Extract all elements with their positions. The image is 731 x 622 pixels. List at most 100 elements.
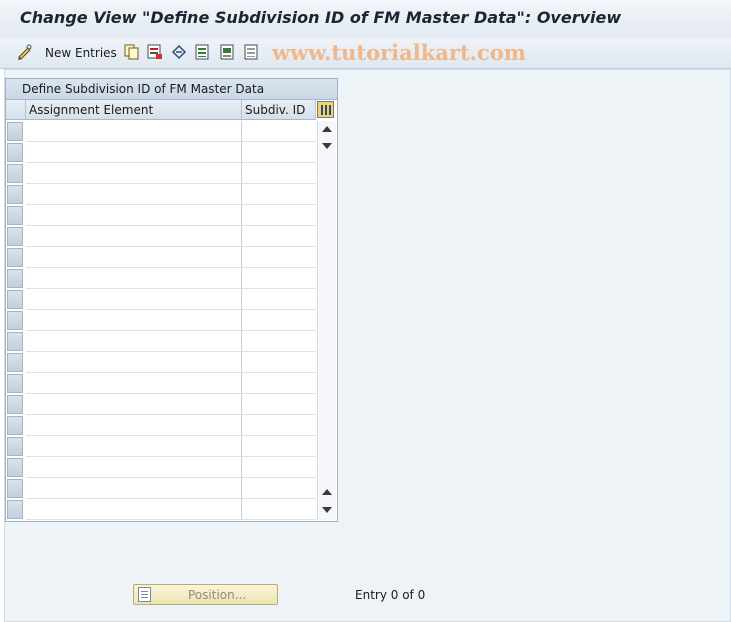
table-row [6, 289, 316, 310]
table-row [6, 436, 316, 457]
row-selector[interactable] [7, 374, 23, 393]
subdiv-id-cell[interactable] [242, 205, 316, 226]
assignment-element-cell[interactable] [26, 268, 242, 289]
copy-icon[interactable] [124, 44, 140, 60]
table-row [6, 226, 316, 247]
deselect-all-icon[interactable] [244, 44, 260, 60]
assignment-element-cell[interactable] [26, 142, 242, 163]
subdiv-id-cell[interactable] [242, 478, 316, 499]
table-control: Define Subdivision ID of FM Master Data … [5, 78, 338, 522]
row-selector[interactable] [7, 206, 23, 225]
assignment-element-cell[interactable] [26, 373, 242, 394]
table-row [6, 268, 316, 289]
select-all-rows-header[interactable] [6, 100, 26, 120]
assignment-element-cell[interactable] [26, 415, 242, 436]
title-bar: Change View "Define Subdivision ID of FM… [0, 0, 731, 39]
subdiv-id-cell[interactable] [242, 331, 316, 352]
table-title: Define Subdivision ID of FM Master Data [22, 82, 265, 96]
table-body [6, 121, 316, 520]
new-entries-button[interactable]: New Entries [45, 46, 117, 60]
select-block-icon[interactable] [220, 44, 236, 60]
edit-glasses-icon[interactable] [17, 44, 33, 60]
column-header-assignment-element[interactable]: Assignment Element [26, 100, 242, 120]
table-row [6, 121, 316, 142]
table-row [6, 247, 316, 268]
position-button[interactable]: Position... [133, 584, 278, 605]
subdiv-id-cell[interactable] [242, 268, 316, 289]
subdiv-id-cell[interactable] [242, 394, 316, 415]
subdiv-id-cell[interactable] [242, 310, 316, 331]
row-selector[interactable] [7, 122, 23, 141]
table-row [6, 331, 316, 352]
select-all-icon[interactable] [195, 44, 211, 60]
row-selector[interactable] [7, 479, 23, 498]
subdiv-id-cell[interactable] [242, 247, 316, 268]
table-row [6, 478, 316, 499]
window-title: Change View "Define Subdivision ID of FM… [20, 8, 622, 27]
table-row [6, 352, 316, 373]
row-selector[interactable] [7, 437, 23, 456]
undo-icon[interactable] [171, 44, 187, 60]
table-row [6, 163, 316, 184]
table-row [6, 184, 316, 205]
column-header-subdiv-id[interactable]: Subdiv. ID [242, 100, 316, 120]
table-row [6, 310, 316, 331]
position-icon [138, 587, 151, 602]
row-selector[interactable] [7, 227, 23, 246]
scroll-down-arrow-icon[interactable] [322, 143, 332, 149]
entry-counter: Entry 0 of 0 [355, 588, 426, 602]
assignment-element-cell[interactable] [26, 352, 242, 373]
subdiv-id-cell[interactable] [242, 373, 316, 394]
assignment-element-cell[interactable] [26, 184, 242, 205]
row-selector[interactable] [7, 185, 23, 204]
row-selector[interactable] [7, 311, 23, 330]
table-row [6, 205, 316, 226]
subdiv-id-cell[interactable] [242, 142, 316, 163]
scroll-page-up-arrow-icon[interactable] [322, 489, 332, 495]
subdiv-id-cell[interactable] [242, 163, 316, 184]
row-selector[interactable] [7, 143, 23, 162]
assignment-element-cell[interactable] [26, 247, 242, 268]
row-selector[interactable] [7, 458, 23, 477]
table-settings-icon[interactable] [317, 101, 334, 118]
subdiv-id-cell[interactable] [242, 415, 316, 436]
assignment-element-cell[interactable] [26, 226, 242, 247]
watermark: www.tutorialkart.com [272, 40, 526, 65]
subdiv-id-cell[interactable] [242, 352, 316, 373]
assignment-element-cell[interactable] [26, 163, 242, 184]
assignment-element-cell[interactable] [26, 478, 242, 499]
subdiv-id-cell[interactable] [242, 499, 316, 520]
assignment-element-cell[interactable] [26, 394, 242, 415]
assignment-element-cell[interactable] [26, 436, 242, 457]
row-selector[interactable] [7, 248, 23, 267]
assignment-element-cell[interactable] [26, 121, 242, 142]
assignment-element-cell[interactable] [26, 310, 242, 331]
assignment-element-cell[interactable] [26, 205, 242, 226]
subdiv-id-cell[interactable] [242, 226, 316, 247]
table-title-bar: Define Subdivision ID of FM Master Data [6, 79, 337, 100]
assignment-element-cell[interactable] [26, 457, 242, 478]
subdiv-id-cell[interactable] [242, 184, 316, 205]
row-selector[interactable] [7, 269, 23, 288]
row-selector[interactable] [7, 353, 23, 372]
table-row [6, 394, 316, 415]
row-selector[interactable] [7, 500, 23, 519]
vertical-scrollbar[interactable] [317, 121, 336, 520]
delete-icon[interactable] [147, 44, 163, 60]
row-selector[interactable] [7, 332, 23, 351]
assignment-element-cell[interactable] [26, 331, 242, 352]
row-selector[interactable] [7, 416, 23, 435]
subdiv-id-cell[interactable] [242, 457, 316, 478]
table-row [6, 457, 316, 478]
table-row [6, 499, 316, 520]
subdiv-id-cell[interactable] [242, 436, 316, 457]
row-selector[interactable] [7, 164, 23, 183]
assignment-element-cell[interactable] [26, 289, 242, 310]
subdiv-id-cell[interactable] [242, 289, 316, 310]
assignment-element-cell[interactable] [26, 499, 242, 520]
scroll-up-arrow-icon[interactable] [322, 126, 332, 132]
scroll-page-down-arrow-icon[interactable] [322, 507, 332, 513]
row-selector[interactable] [7, 395, 23, 414]
subdiv-id-cell[interactable] [242, 121, 316, 142]
row-selector[interactable] [7, 290, 23, 309]
